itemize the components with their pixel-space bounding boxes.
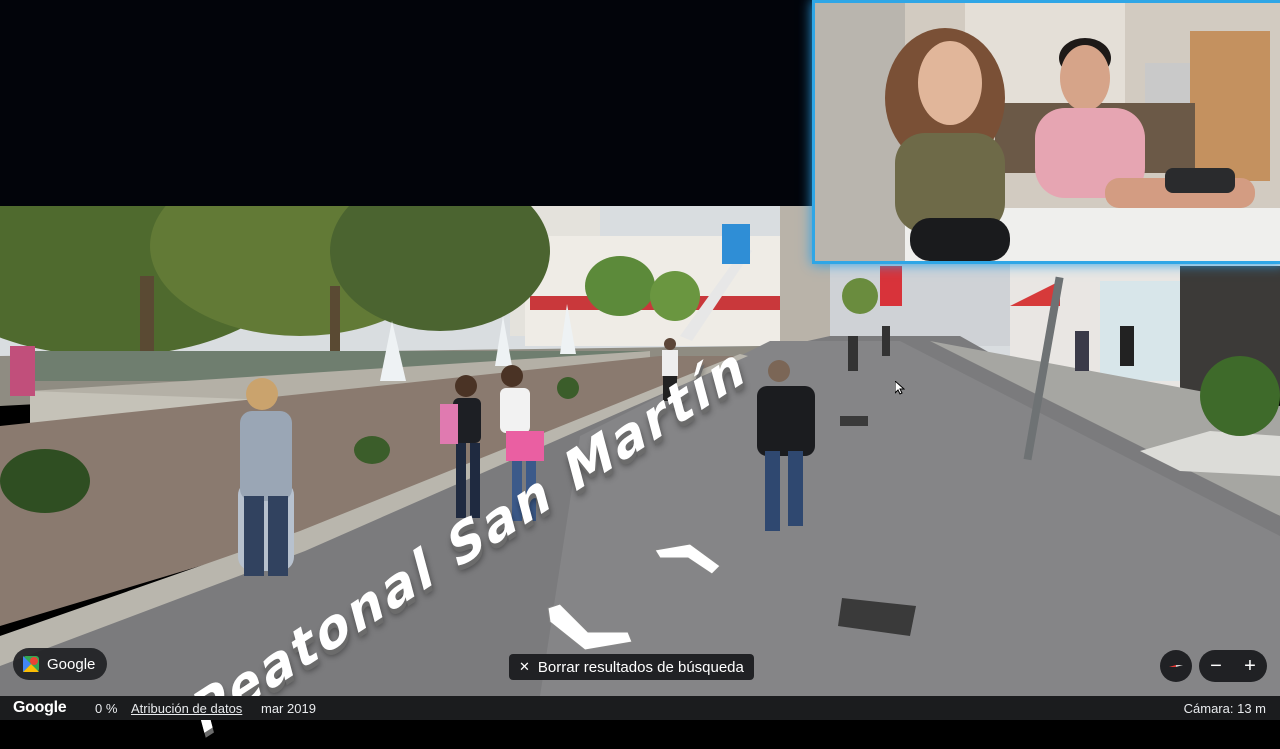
- clear-search-results-label: Borrar resultados de búsqueda: [537, 658, 744, 676]
- google-logo: Google: [13, 699, 67, 716]
- google-app-label: Google: [47, 655, 96, 673]
- clear-search-results-button[interactable]: ✕ Borrar resultados de búsqueda: [509, 654, 754, 680]
- mouse-cursor-icon: [895, 381, 905, 395]
- webcam-feed: [815, 3, 1280, 261]
- zoom-in-button[interactable]: +: [1244, 656, 1256, 676]
- close-icon: ✕: [519, 659, 530, 674]
- google-app-button[interactable]: Google: [13, 648, 108, 680]
- google-maps-pin-icon: [23, 656, 39, 672]
- loading-progress: 0 %: [95, 701, 118, 716]
- camera-height: Cámara: 13 m: [1183, 701, 1266, 716]
- zoom-controls: − +: [1199, 650, 1267, 682]
- capture-date: mar 2019: [261, 701, 316, 716]
- zoom-out-button[interactable]: −: [1210, 656, 1222, 676]
- data-attribution-link[interactable]: Atribución de datos: [131, 701, 242, 716]
- compass-icon: [1169, 665, 1183, 667]
- footer-bar: Google 0 % Atribución de datos mar 2019 …: [0, 696, 1280, 720]
- webcam-overlay: [812, 0, 1280, 264]
- compass-button[interactable]: [1160, 650, 1192, 682]
